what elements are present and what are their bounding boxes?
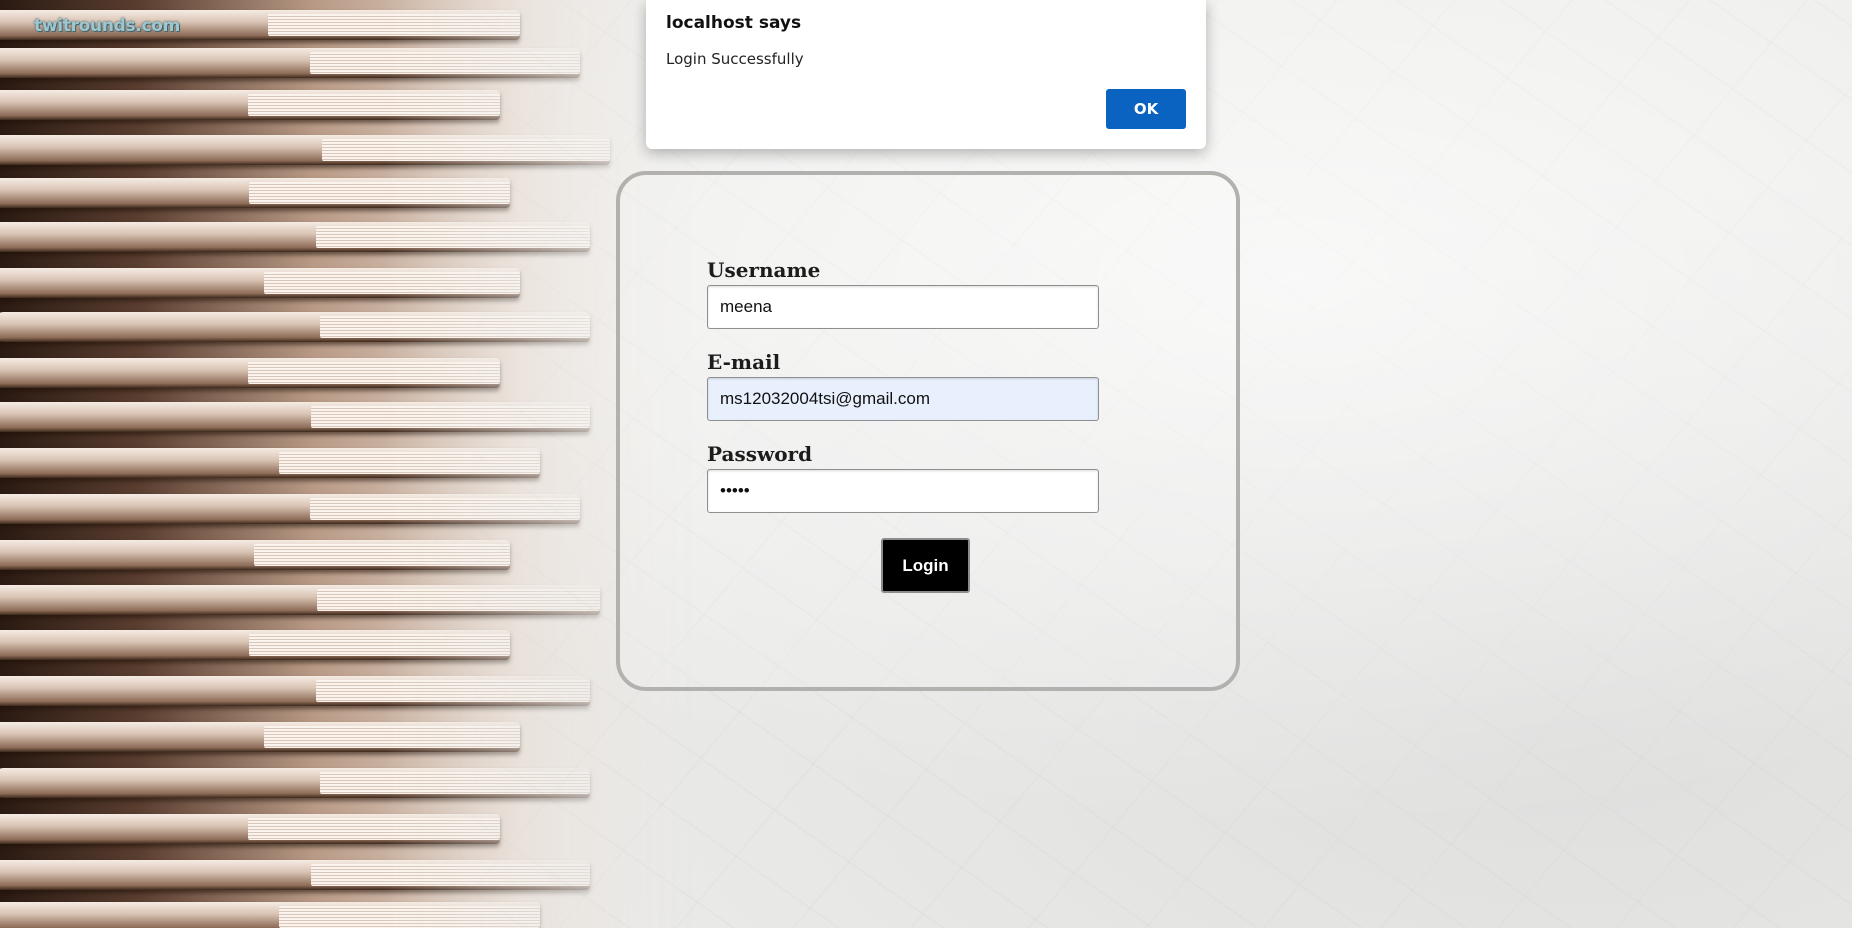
password-input[interactable] (707, 469, 1099, 513)
alert-dialog: localhost says Login Successfully OK (646, 0, 1206, 149)
dialog-title: localhost says (666, 13, 802, 33)
email-input[interactable] (707, 377, 1099, 421)
background-books-image (0, 0, 700, 928)
password-label: Password (707, 442, 813, 466)
username-input[interactable] (707, 285, 1099, 329)
dialog-message: Login Successfully (666, 50, 804, 68)
login-button[interactable]: Login (881, 538, 970, 593)
site-watermark: twitrounds.com (34, 16, 181, 36)
email-label: E-mail (707, 350, 781, 374)
username-label: Username (707, 258, 821, 282)
login-form-panel (616, 171, 1240, 691)
dialog-ok-button[interactable]: OK (1106, 89, 1186, 129)
